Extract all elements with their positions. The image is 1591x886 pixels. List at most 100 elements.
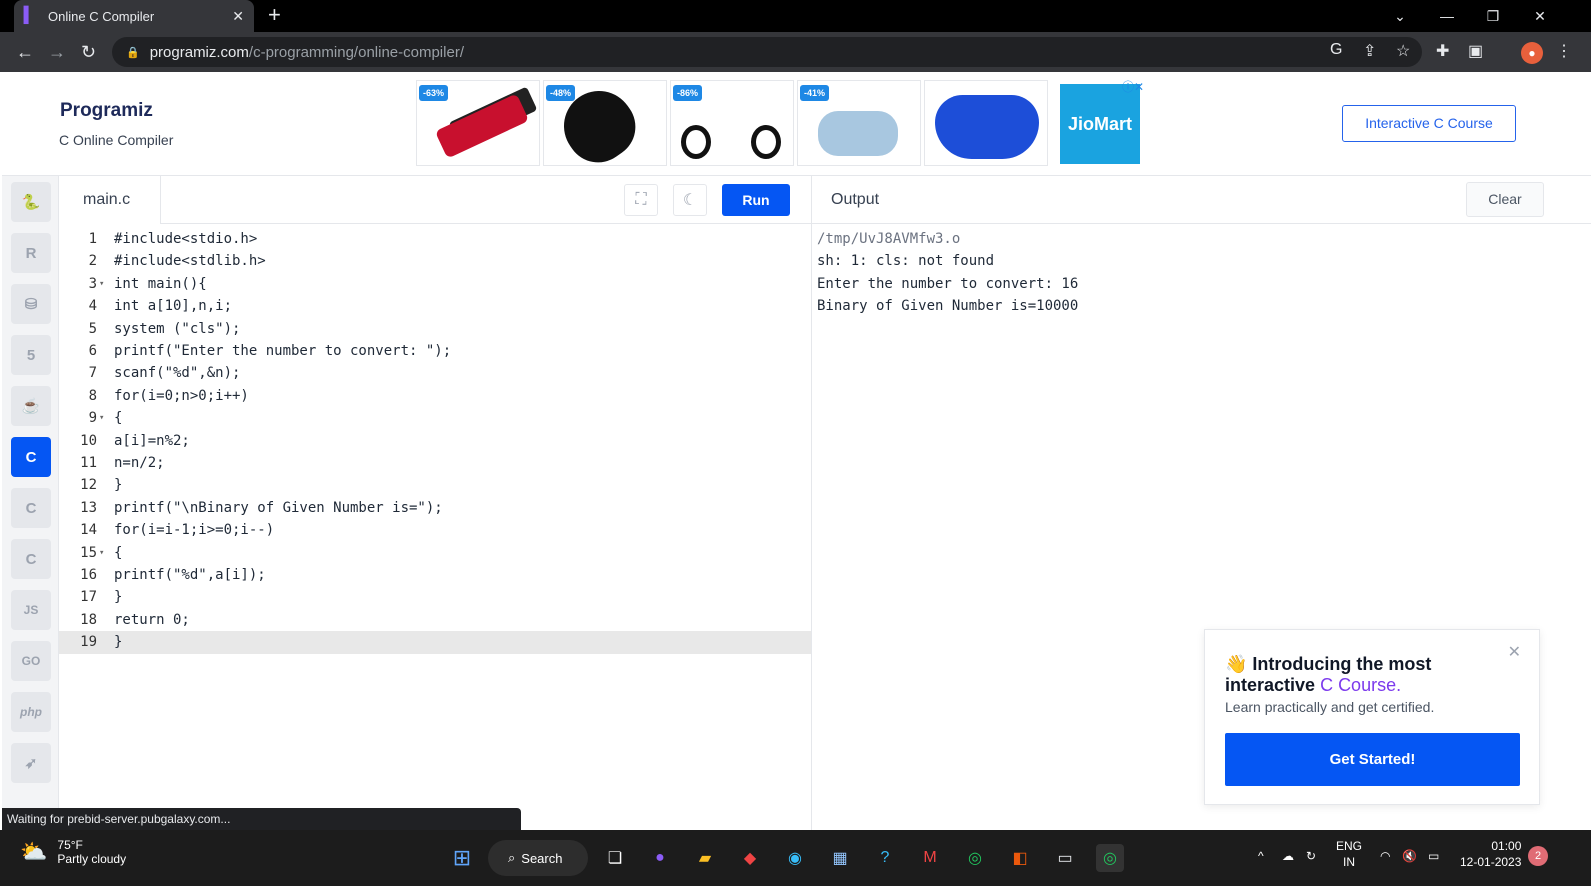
file-explorer-icon[interactable]: ▰ [691,844,719,872]
code-line[interactable]: 18 return 0; [59,609,811,631]
mcafee-icon[interactable]: M [916,844,944,872]
weather-text: Partly cloudy [57,852,127,866]
bookmark-star-icon[interactable]: ☆ [1396,41,1410,61]
code-line[interactable]: 8 for(i=0;n>0;i++) [59,385,811,407]
code-line[interactable]: 4 int a[10],n,i; [59,295,811,317]
r-icon[interactable]: R [11,233,51,273]
c-icon[interactable]: C [11,437,51,477]
menu-icon[interactable]: ⋮ [1556,41,1572,61]
ad-item[interactable]: -41% [797,80,921,166]
profile-avatar[interactable]: ● [1521,42,1543,64]
file-tab-main[interactable]: main.c [59,176,161,224]
browser-tab[interactable]: ▍ Online C Compiler ✕ [14,0,254,32]
cpp-icon[interactable]: C [11,488,51,528]
new-tab-icon[interactable]: + [268,4,281,26]
code-line[interactable]: 10 a[i]=n%2; [59,430,811,452]
chrome-active-icon[interactable]: ◎ [1096,844,1124,872]
task-view-icon[interactable]: ❏ [601,844,629,872]
google-icon[interactable]: G [1330,41,1342,59]
jiomart-ad[interactable]: JioMart [1060,84,1140,164]
go-icon[interactable]: GO [11,641,51,681]
swift-icon[interactable]: ➶ [11,743,51,783]
notification-badge[interactable]: 2 [1528,846,1548,866]
code-line[interactable]: 16 printf("%d",a[i]); [59,564,811,586]
onedrive-icon[interactable]: ☁ [1282,848,1294,864]
reload-icon[interactable]: ↻ [81,42,96,62]
code-line[interactable]: 2 #include<stdlib.h> [59,250,811,272]
minimize-icon[interactable]: — [1424,0,1470,32]
code-line[interactable]: 13 printf("\nBinary of Given Number is=")… [59,497,811,519]
interactive-course-button[interactable]: Interactive C Course [1342,105,1516,142]
extensions-icon[interactable]: ✚ [1436,41,1449,61]
help-icon[interactable]: ? [871,844,899,872]
taskbar-search[interactable]: ⌕ Search [488,840,588,876]
teams-icon[interactable]: ● [646,844,674,872]
app-diamond-icon[interactable]: ◆ [736,844,764,872]
restore-icon[interactable]: ❐ [1470,0,1516,32]
run-button[interactable]: Run [722,184,790,216]
fullscreen-icon[interactable]: ⛶ [624,184,658,216]
battery-icon[interactable]: ▭ [1428,848,1439,864]
php-icon[interactable]: php [11,692,51,732]
close-window-icon[interactable]: ✕ [1517,0,1563,32]
line-number: 9 [88,410,97,427]
dark-mode-icon[interactable]: ☾ [673,184,707,216]
js-icon[interactable]: JS [11,590,51,630]
code-line[interactable]: 9 ▾ { [59,407,811,429]
ad-banner[interactable]: -63% -48% -86% -41% [416,80,1048,166]
ad-item[interactable]: -48% [543,80,667,166]
edge-icon[interactable]: ◉ [781,844,809,872]
usb-drive-image [434,93,530,159]
code-line[interactable]: 14 for(i=i-1;i>=0;i--) [59,519,811,541]
get-started-button[interactable]: Get Started! [1225,733,1520,786]
line-number: 13 [80,499,97,516]
code-line[interactable]: 7 scanf("%d",&n); [59,362,811,384]
csharp-icon[interactable]: C [11,539,51,579]
code-line[interactable]: 19} [59,631,811,654]
clear-button[interactable]: Clear [1466,182,1544,217]
ad-item[interactable]: -63% [416,80,540,166]
fold-arrow-icon[interactable]: ▾ [99,407,104,429]
forward-icon[interactable]: → [48,42,66,62]
wifi-icon[interactable]: ◠ [1380,848,1390,864]
back-icon[interactable]: ← [16,42,34,62]
code-text: } [114,634,123,651]
windows-start-icon[interactable]: ⊞ [448,844,476,872]
chrome-icon[interactable]: ◎ [961,844,989,872]
code-line[interactable]: 5 system ("cls"); [59,318,811,340]
ad-item[interactable]: -86% [670,80,794,166]
sql-icon[interactable]: ⛁ [11,284,51,324]
python-icon[interactable]: 🐍 [11,182,51,222]
programiz-logo[interactable]: Programiz [60,100,153,122]
office-icon[interactable]: ◧ [1006,844,1034,872]
java-icon[interactable]: ☕ [11,386,51,426]
tray-chevron-icon[interactable]: ^ [1258,848,1264,864]
weather-widget[interactable]: ⛅ 75°F Partly cloudy [20,838,126,866]
ad-item[interactable] [924,80,1048,166]
code-line[interactable]: 3 ▾ int main(){ [59,273,811,295]
store-icon[interactable]: ▦ [826,844,854,872]
adchoices-icon[interactable]: ⓘ✕ [1122,78,1144,95]
code-line[interactable]: 11 n=n/2; [59,452,811,474]
volume-icon[interactable]: 🔇 [1402,848,1417,864]
code-line[interactable]: 1 #include<stdio.h> [59,228,811,250]
code-line[interactable]: 6 printf("Enter the number to convert: ")… [59,340,811,362]
clock[interactable]: 01:00 12-01-2023 [1460,838,1521,870]
html-icon[interactable]: 5 [11,335,51,375]
code-line[interactable]: 15 ▾ { [59,542,811,564]
output-line: sh: 1: cls: not found [817,253,995,270]
share-icon[interactable]: ⇪ [1363,41,1376,61]
fold-arrow-icon[interactable]: ▾ [99,273,104,295]
fold-arrow-icon[interactable]: ▾ [99,542,104,564]
window-app-icon[interactable]: ▭ [1051,844,1079,872]
sync-icon[interactable]: ↻ [1306,848,1316,864]
tab-search-icon[interactable]: ⌄ [1377,0,1423,32]
close-tab-icon[interactable]: ✕ [232,8,244,25]
address-bar[interactable]: 🔒 programiz.com/c-programming/online-com… [112,37,1422,67]
code-line[interactable]: 12} [59,474,811,496]
language-sidebar: 🐍 R ⛁ 5 ☕ C C C JS GO php ➶ [2,176,59,842]
code-line[interactable]: 17} [59,586,811,608]
language-indicator[interactable]: ENG IN [1336,838,1362,870]
code-editor[interactable]: 1 #include<stdio.h> 2 #include<stdlib.h> 3 ▾ i… [59,224,811,842]
side-panel-icon[interactable]: ▣ [1468,41,1483,61]
